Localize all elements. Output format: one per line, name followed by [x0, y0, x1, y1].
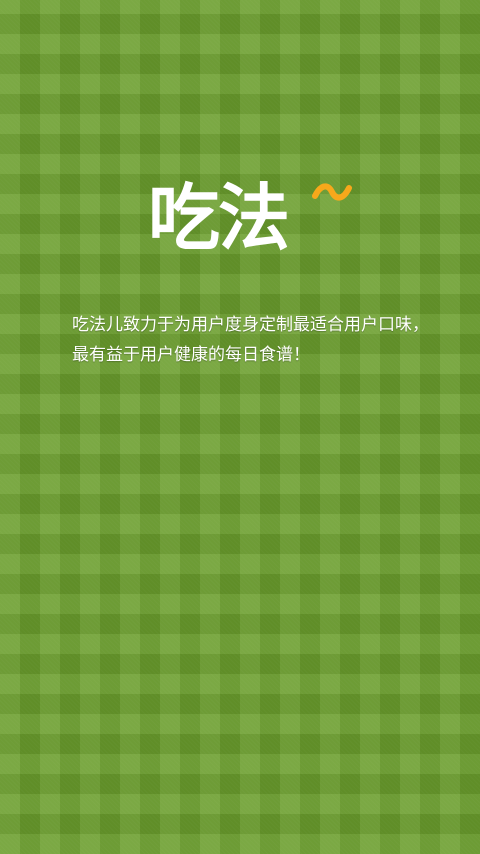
tagline-text: 吃法儿致力于为用户度身定制最适合用户口味，最有益于用户健康的每日食谱！	[72, 315, 429, 365]
plaid-background	[0, 0, 480, 854]
logo-text: 吃法	[148, 176, 290, 260]
tilde-icon	[312, 183, 352, 201]
app-logo: 吃法	[148, 176, 358, 260]
